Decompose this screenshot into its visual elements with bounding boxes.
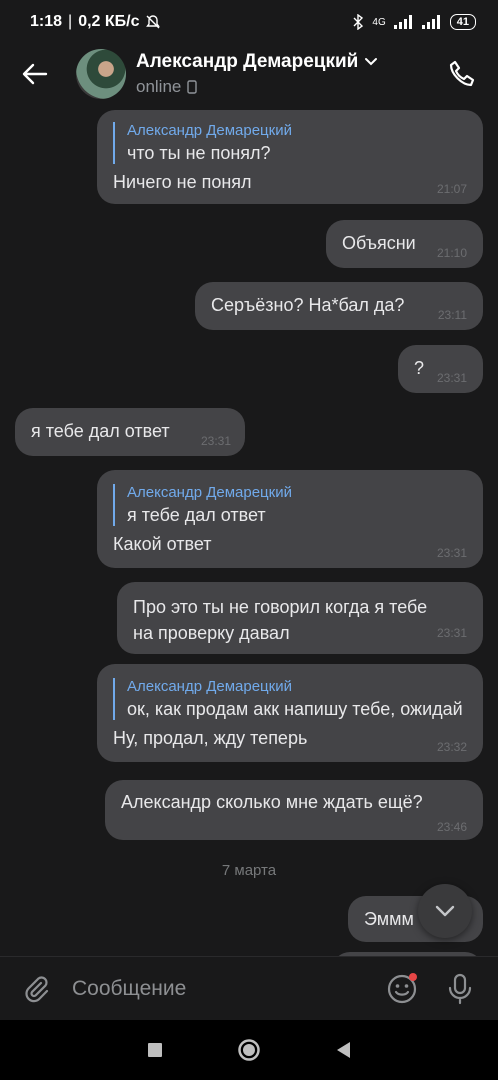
quote-text: ок, как продам акк напишу тебе, ожидай — [127, 699, 463, 719]
phone-icon — [449, 60, 475, 87]
message-time: 23:32 — [436, 740, 467, 754]
message-text: Эммм — [364, 909, 414, 929]
message-text-line: Про это ты не говорил когда я тебе — [133, 597, 428, 617]
back-button[interactable] — [0, 44, 70, 104]
emoji-button[interactable] — [382, 969, 422, 1009]
recent-apps-button[interactable] — [147, 1042, 163, 1058]
message-time: 23:46 — [436, 820, 467, 834]
status-speed: 0,2 КБ/с — [78, 13, 140, 30]
quote-text: что ты не понял? — [127, 143, 271, 163]
scroll-down-button[interactable] — [418, 884, 472, 938]
status-bar: 1:18 | 0,2 КБ/с 4G 41 — [0, 0, 498, 44]
message-time: 21:10 — [436, 246, 467, 260]
message-bubble[interactable]: Александр Демарецкий ок, как продам акк … — [97, 664, 483, 762]
message-text: Ничего не понял — [113, 172, 252, 192]
chat-title[interactable]: Александр Демарецкий online — [136, 51, 378, 97]
message-text: Какой ответ — [113, 534, 212, 554]
mobile-icon — [187, 80, 198, 94]
message-text: я тебе дал ответ — [31, 421, 170, 441]
chat-header: Александр Демарецкий online — [0, 44, 498, 104]
message-text: ? — [414, 358, 425, 378]
bluetooth-icon — [353, 14, 364, 30]
battery-indicator: 41 — [449, 14, 476, 30]
attach-button[interactable] — [0, 957, 72, 1021]
quote-author: Александр Демарецкий — [127, 122, 292, 139]
message-bubble[interactable]: ? 23:31 — [398, 345, 483, 393]
message-text: Ну, продал, жду теперь — [113, 728, 308, 748]
message-time: 23:31 — [436, 371, 467, 385]
message-text: Объясни — [342, 233, 416, 253]
message-feed[interactable]: Александр Демарецкий что ты не понял? Ни… — [0, 104, 498, 956]
message-composer — [0, 956, 498, 1020]
message-bubble[interactable]: Объясни 21:10 — [326, 220, 483, 268]
status-time: 1:18 — [30, 13, 63, 30]
message-time: 23:31 — [200, 434, 231, 448]
signal-icon-2 — [421, 15, 440, 29]
home-button[interactable] — [237, 1038, 261, 1062]
notification-dot — [409, 972, 417, 981]
network-type: 4G — [372, 16, 386, 28]
message-bubble[interactable]: Серъёзно? На*бал да? 23:11 — [195, 282, 483, 330]
message-text: Серъёзно? На*бал да? — [211, 295, 405, 315]
message-time: 23:11 — [437, 308, 467, 322]
quote-author: Александр Демарецкий — [127, 678, 292, 695]
avatar[interactable] — [76, 49, 126, 99]
message-time: 21:07 — [436, 182, 467, 196]
contact-name: Александр Демарецкий — [136, 51, 359, 72]
chevron-down-icon — [435, 905, 455, 917]
mute-icon — [146, 15, 161, 29]
quote-author: Александр Демарецкий — [127, 484, 292, 501]
reply-quote[interactable]: Александр Демарецкий ок, как продам акк … — [113, 678, 467, 720]
back-nav-button[interactable] — [335, 1041, 351, 1059]
system-nav-bar — [0, 1020, 498, 1080]
signal-icon — [393, 15, 412, 29]
message-text-line: на проверку давал — [133, 623, 290, 643]
message-bubble[interactable]: я тебе дал ответ 23:31 — [15, 408, 245, 456]
online-status: online — [136, 77, 182, 96]
chevron-down-icon — [365, 58, 378, 66]
message-bubble[interactable]: Александр Демарецкий я тебе дал ответ Ка… — [97, 470, 483, 568]
voice-message-button[interactable] — [440, 969, 480, 1009]
message-bubble[interactable]: Александр сколько мне ждать ещё? 23:46 — [105, 780, 483, 840]
call-button[interactable] — [444, 56, 480, 92]
message-bubble[interactable]: Александр Демарецкий что ты не понял? Ни… — [97, 110, 483, 204]
message-input[interactable] — [72, 976, 382, 1001]
message-time: 23:31 — [436, 546, 467, 560]
message-bubble[interactable]: Про это ты не говорил когда я тебе на пр… — [117, 582, 483, 654]
paperclip-icon — [25, 975, 49, 1002]
microphone-icon — [448, 973, 472, 1004]
day-separator: 7 марта — [221, 862, 277, 879]
arrow-left-icon — [22, 63, 48, 85]
reply-quote[interactable]: Александр Демарецкий что ты не понял? — [113, 122, 467, 164]
message-time: 23:31 — [436, 626, 467, 640]
message-text: Александр сколько мне ждать ещё? — [121, 792, 423, 812]
quote-text: я тебе дал ответ — [127, 505, 266, 525]
reply-quote[interactable]: Александр Демарецкий я тебе дал ответ — [113, 484, 467, 526]
